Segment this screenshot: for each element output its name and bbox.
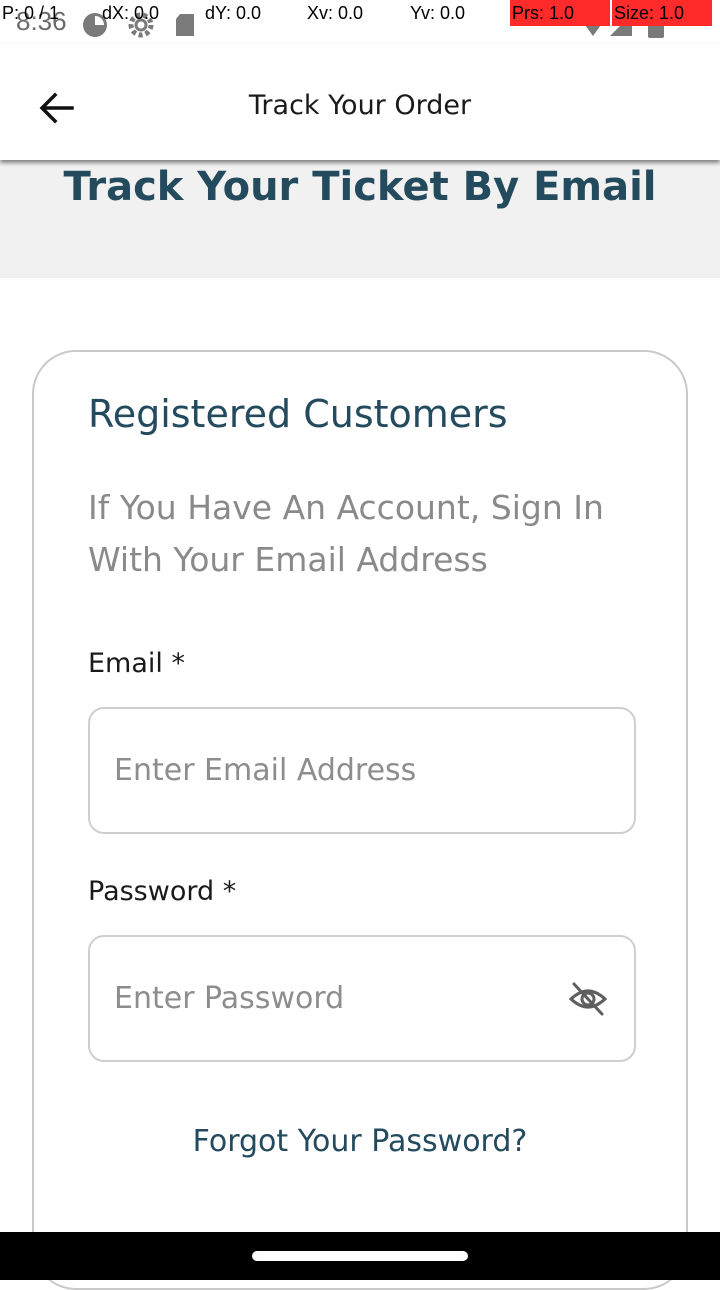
password-label: Password *	[88, 876, 237, 907]
password-field-box[interactable]	[88, 935, 636, 1062]
debug-dy: dY: 0.0	[205, 3, 262, 23]
forgot-password-link[interactable]: Forgot Your Password?	[34, 1124, 686, 1159]
password-input[interactable]	[112, 937, 552, 1060]
email-label: Email *	[88, 648, 185, 679]
card-title: Registered Customers	[88, 392, 508, 436]
system-nav-bar	[0, 1232, 720, 1280]
debug-dx: dX: 0.0	[102, 3, 160, 23]
page-title: Track Your Order	[248, 90, 472, 121]
debug-pointer: P: 0 / 1	[2, 3, 60, 23]
status-bar: 8:36 P: 0 / 1 dX: 0.0 dY: 0.0 Xv: 0.0 Yv…	[0, 0, 720, 44]
card-subtitle: If You Have An Account, Sign In With You…	[88, 488, 604, 579]
debug-xv: Xv: 0.0	[307, 3, 364, 23]
eye-off-icon[interactable]	[568, 979, 608, 1019]
home-gesture-handle[interactable]	[252, 1251, 468, 1261]
login-card: Registered Customers If You Have An Acco…	[32, 350, 688, 1290]
debug-yv: Yv: 0.0	[410, 3, 466, 23]
app-bar: Track Your Order	[0, 44, 720, 160]
debug-size: Size: 1.0	[612, 0, 712, 26]
header-band: Track Your Ticket By Email	[0, 160, 720, 278]
email-input[interactable]	[112, 709, 552, 832]
email-field-box[interactable]	[88, 707, 636, 834]
debug-pressure: Prs: 1.0	[510, 0, 610, 26]
section-title: Track Your Ticket By Email	[63, 164, 657, 210]
sd-card-icon	[176, 14, 194, 36]
